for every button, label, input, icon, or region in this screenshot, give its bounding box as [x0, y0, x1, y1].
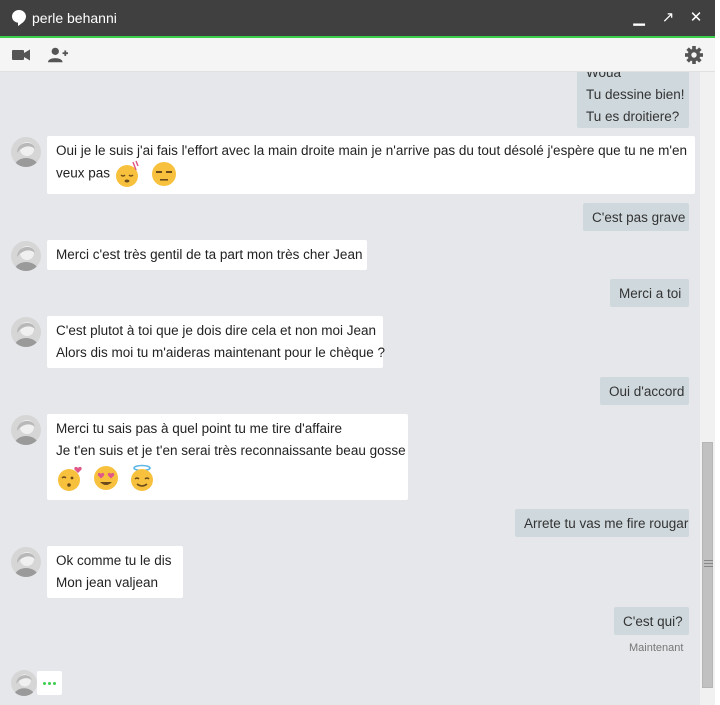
video-camera-icon[interactable] [11, 46, 31, 64]
message-line: Tu dessine bien! [586, 87, 685, 102]
chat-toolbar [0, 38, 715, 72]
gear-icon[interactable] [684, 46, 704, 64]
heart-eyes-emoji [93, 466, 118, 490]
message-list[interactable]: Woua Tu dessine bien! Tu es droitiere? O… [0, 72, 700, 705]
outgoing-message: C'est qui? [614, 607, 689, 635]
kissing-heart-emoji [58, 466, 82, 491]
incoming-message: Oui je le suis j'ai fais l'effort avec l… [47, 136, 695, 194]
message-line: C'est plutot à toi que je dois dire cela… [56, 323, 377, 338]
incoming-message: C'est plutot à toi que je dois dire cela… [47, 316, 386, 368]
unamused-emoji [151, 162, 176, 186]
outgoing-message: Arrete tu vas me fire rougar [515, 509, 689, 537]
message-line: Oui je le suis j'ai fais l'effort avec l… [56, 143, 687, 158]
message-line: C'est qui? [623, 614, 683, 629]
window-edge [715, 0, 720, 705]
message-line: veux pas [56, 165, 111, 181]
avatar[interactable] [11, 547, 41, 577]
avatar[interactable] [11, 317, 41, 347]
scrollbar[interactable] [700, 72, 715, 705]
window-title: perle behanni [32, 10, 117, 26]
incoming-message: Merci tu sais pas à quel point tu me tir… [47, 414, 408, 500]
add-person-icon[interactable] [48, 46, 68, 64]
outgoing-message: Woua Tu dessine bien! Tu es droitiere? [577, 72, 689, 128]
message-line: Merci c'est très gentil de ta part mon t… [56, 247, 363, 262]
avatar[interactable] [11, 137, 41, 167]
message-line: Alors dis moi tu m'aideras maintenant po… [56, 345, 386, 360]
outgoing-message: C'est pas grave [583, 203, 689, 231]
sleepy-emoji [115, 160, 139, 187]
minimize-button[interactable]: ▁ [631, 10, 647, 26]
outgoing-message: Merci a toi [610, 279, 689, 307]
message-line: Je t'en suis et je t'en serai très recon… [56, 443, 406, 458]
scrollbar-thumb[interactable] [702, 442, 713, 688]
message-line: C'est pas grave [592, 210, 686, 225]
message-timestamp: Maintenant [629, 642, 684, 654]
close-button[interactable]: ✕ [688, 10, 704, 26]
message-line: Mon jean valjean [56, 575, 159, 590]
message-line: Ok comme tu le dis [56, 553, 172, 568]
message-line: Tu es droitiere? [586, 109, 680, 124]
typing-indicator [37, 671, 62, 695]
message-line: Oui d'accord [609, 384, 685, 399]
incoming-message: Merci c'est très gentil de ta part mon t… [47, 240, 367, 270]
chat-window: perle behanni ▁ ↗ ✕ Woua Tu dessine bien… [0, 0, 715, 705]
avatar[interactable] [11, 670, 37, 696]
message-line: Merci tu sais pas à quel point tu me tir… [56, 421, 342, 436]
avatar[interactable] [11, 415, 41, 445]
message-line: Arrete tu vas me fire rougar [524, 516, 689, 531]
outgoing-message: Oui d'accord [600, 377, 689, 405]
incoming-message: Ok comme tu le dis Mon jean valjean [47, 546, 183, 598]
popout-button[interactable]: ↗ [660, 10, 676, 26]
halo-emoji [130, 464, 153, 491]
message-line: Merci a toi [619, 286, 682, 301]
message-line: Woua [586, 72, 622, 80]
hangouts-icon [12, 10, 26, 26]
avatar[interactable] [11, 241, 41, 271]
title-bar[interactable]: perle behanni ▁ ↗ ✕ [0, 0, 715, 38]
